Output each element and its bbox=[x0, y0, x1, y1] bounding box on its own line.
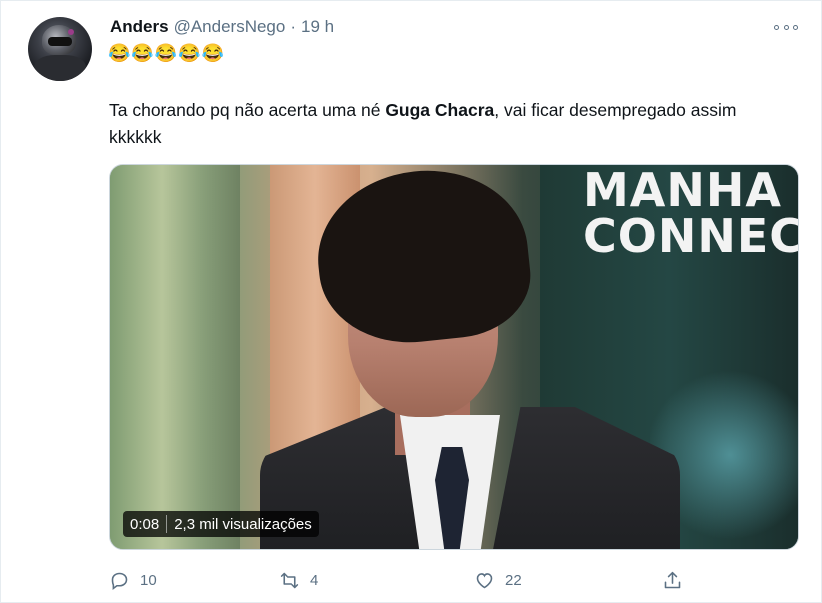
more-icon[interactable] bbox=[774, 19, 798, 35]
more-dot bbox=[774, 24, 779, 30]
tweet-header: Anders @AndersNego · 19 h bbox=[110, 17, 334, 39]
tweet-text: Ta chorando pq não acerta uma né Guga Ch… bbox=[109, 97, 789, 151]
like-count: 22 bbox=[505, 571, 522, 589]
heart-icon bbox=[476, 572, 493, 588]
avatar-accent bbox=[68, 29, 74, 35]
more-dot bbox=[783, 24, 789, 30]
reply-button[interactable]: 10 bbox=[109, 568, 157, 592]
overlay-line-2: CONNEC bbox=[582, 209, 799, 263]
share-icon bbox=[664, 571, 681, 588]
tweet-time[interactable]: 19 h bbox=[301, 17, 334, 37]
avatar[interactable] bbox=[28, 17, 92, 81]
video-overlay-text: MANHA CONNEC bbox=[582, 164, 799, 263]
like-button[interactable]: 22 bbox=[474, 568, 522, 592]
emoji-row: 😂😂😂😂😂 bbox=[108, 43, 226, 63]
tweet-text-before: Ta chorando pq não acerta uma né bbox=[109, 100, 386, 120]
retweet-icon bbox=[280, 572, 299, 588]
reply-icon bbox=[111, 572, 128, 590]
author-handle[interactable]: @AndersNego bbox=[174, 17, 286, 37]
retweet-count: 4 bbox=[310, 571, 319, 589]
video-duration: 0:08 bbox=[130, 515, 160, 533]
share-button[interactable] bbox=[662, 568, 693, 592]
mentioned-name: Guga Chacra bbox=[385, 100, 495, 120]
video-player[interactable]: MANHA CONNEC bbox=[109, 164, 799, 550]
avatar-visor bbox=[48, 37, 72, 46]
video-timer-badge: 0:08 2,3 mil visualizações bbox=[123, 511, 319, 537]
reply-count: 10 bbox=[140, 571, 157, 589]
tweet-actions: 10 4 22 bbox=[109, 568, 799, 592]
author-name[interactable]: Anders bbox=[110, 17, 169, 37]
tweet-card[interactable]: Anders @AndersNego · 19 h 😂😂😂😂😂 Ta chora… bbox=[0, 0, 822, 603]
background-panel bbox=[110, 165, 240, 549]
avatar-body bbox=[34, 55, 86, 81]
overlay-line-1: MANHA bbox=[582, 164, 782, 217]
video-views: 2,3 mil visualizações bbox=[174, 515, 312, 533]
more-dot bbox=[793, 24, 798, 30]
retweet-button[interactable]: 4 bbox=[279, 568, 318, 592]
separator-dot: · bbox=[290, 17, 297, 36]
